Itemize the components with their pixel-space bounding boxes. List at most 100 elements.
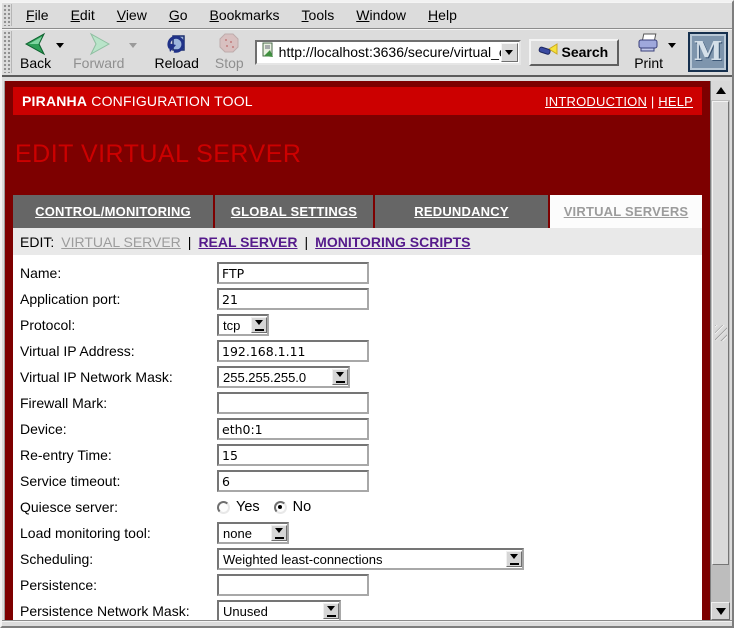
navigation-toolbar: Back Forward Reload xyxy=(2,29,732,77)
tab-global-settings[interactable]: GLOBAL SETTINGS xyxy=(215,195,373,228)
text-input-virtual-ip-address-[interactable] xyxy=(217,340,369,362)
search-label: Search xyxy=(562,44,609,60)
scroll-down-arrow-icon[interactable] xyxy=(711,602,730,620)
menu-item-edit[interactable]: Edit xyxy=(60,3,106,27)
back-label: Back xyxy=(20,56,51,71)
piranha-header-bar: PIRANHA CONFIGURATION TOOL INTRODUCTION … xyxy=(13,87,702,115)
field-label: Virtual IP Address: xyxy=(20,343,217,359)
menu-item-help[interactable]: Help xyxy=(417,3,468,27)
back-dropdown-caret[interactable] xyxy=(56,43,64,52)
select-value: tcp xyxy=(223,318,240,333)
toolbar-grippy[interactable] xyxy=(3,4,12,26)
page-favicon-icon xyxy=(260,42,275,63)
radio-no[interactable] xyxy=(274,501,287,514)
print-label: Print xyxy=(634,56,663,71)
subnav-separator: | xyxy=(305,234,309,250)
reload-button[interactable]: Reload xyxy=(149,31,203,72)
field-label: Protocol: xyxy=(20,317,217,333)
mozilla-logo-throbber[interactable]: M xyxy=(688,32,728,72)
tab-control-monitoring[interactable]: CONTROL/MONITORING xyxy=(13,195,213,228)
browser-viewport: PIRANHA CONFIGURATION TOOL INTRODUCTION … xyxy=(4,81,730,620)
select-dropdown-arrow-icon[interactable] xyxy=(332,369,348,385)
select-value: Weighted least-connections xyxy=(223,552,382,567)
subnav-prefix: EDIT: xyxy=(20,234,54,250)
text-input-application-port-[interactable] xyxy=(217,288,369,310)
menu-item-tools[interactable]: Tools xyxy=(291,3,346,27)
piranha-page: PIRANHA CONFIGURATION TOOL INTRODUCTION … xyxy=(4,81,710,620)
text-input-service-timeout-[interactable] xyxy=(217,470,369,492)
select-virtual-ip-network-mask-[interactable]: 255.255.255.0 xyxy=(217,366,350,388)
text-input-name-[interactable] xyxy=(217,262,369,284)
page-title: EDIT VIRTUAL SERVER xyxy=(15,140,702,169)
stop-label: Stop xyxy=(215,56,244,71)
back-arrow-icon xyxy=(23,32,49,56)
text-input-firewall-mark-[interactable] xyxy=(217,392,369,414)
forward-button[interactable]: Forward xyxy=(68,31,129,72)
select-persistence-network-mask-[interactable]: Unused xyxy=(217,600,341,620)
scroll-up-arrow-icon[interactable] xyxy=(711,81,730,100)
radio-label: Yes xyxy=(236,499,260,515)
select-scheduling-[interactable]: Weighted least-connections xyxy=(217,548,524,570)
radio-yes[interactable] xyxy=(217,501,230,514)
search-button[interactable]: Search xyxy=(529,39,620,66)
subnav-separator: | xyxy=(188,234,192,250)
subnav-link-real-server[interactable]: REAL SERVER xyxy=(198,234,297,250)
forward-arrow-icon xyxy=(86,32,112,56)
form-row: Virtual IP Address: xyxy=(20,340,702,362)
window-bottom-edge xyxy=(2,620,732,626)
text-input-persistence-[interactable] xyxy=(217,574,369,596)
introduction-link[interactable]: INTRODUCTION xyxy=(545,94,647,109)
select-protocol-[interactable]: tcp xyxy=(217,314,269,336)
field-label: Application port: xyxy=(20,291,217,307)
subnav-link-monitoring-scripts[interactable]: MONITORING SCRIPTS xyxy=(315,234,470,250)
radio-label: No xyxy=(293,499,312,515)
forward-dropdown-caret[interactable] xyxy=(129,43,137,52)
field-label: Quiesce server: xyxy=(20,499,217,515)
select-dropdown-arrow-icon[interactable] xyxy=(251,317,267,333)
stop-button[interactable]: Stop xyxy=(210,31,249,72)
select-value: Unused xyxy=(223,604,268,619)
url-input[interactable] xyxy=(279,44,501,60)
help-link[interactable]: HELP xyxy=(658,94,693,109)
field-label: Firewall Mark: xyxy=(20,395,217,411)
menu-item-go[interactable]: Go xyxy=(158,3,199,27)
flashlight-icon xyxy=(536,43,558,62)
brand-bold: PIRANHA xyxy=(22,93,87,109)
radio-group-quiesce-server-: Yes No xyxy=(217,499,319,515)
brand-rest: CONFIGURATION TOOL xyxy=(87,93,253,109)
menu-bar: FileEditViewGoBookmarksToolsWindowHelp xyxy=(2,2,732,29)
header-link-divider: | xyxy=(651,94,655,109)
back-button[interactable]: Back xyxy=(15,31,56,72)
form-row: Load monitoring tool:none xyxy=(20,522,702,544)
form-row: Protocol: tcp xyxy=(20,314,702,336)
select-dropdown-arrow-icon[interactable] xyxy=(506,551,522,567)
select-load-monitoring-tool-[interactable]: none xyxy=(217,522,289,544)
field-label: Persistence: xyxy=(20,577,217,593)
scrollbar-thumb[interactable] xyxy=(712,101,729,565)
form-row: Service timeout: xyxy=(20,470,702,492)
field-label: Virtual IP Network Mask: xyxy=(20,369,217,385)
field-label: Name: xyxy=(20,265,217,281)
form-row: Re-entry Time: xyxy=(20,444,702,466)
url-history-dropdown[interactable] xyxy=(501,43,518,62)
select-dropdown-arrow-icon[interactable] xyxy=(271,525,287,541)
menu-item-view[interactable]: View xyxy=(106,3,158,27)
text-input-re-entry-time-[interactable] xyxy=(217,444,369,466)
form-row: Scheduling:Weighted least-connections xyxy=(20,548,702,570)
menu-item-file[interactable]: File xyxy=(15,3,60,27)
reload-label: Reload xyxy=(154,56,198,71)
print-button[interactable]: Print xyxy=(629,31,668,72)
menu-item-window[interactable]: Window xyxy=(345,3,417,27)
vertical-scrollbar[interactable] xyxy=(710,81,730,620)
select-dropdown-arrow-icon[interactable] xyxy=(323,603,339,619)
piranha-brand: PIRANHA CONFIGURATION TOOL xyxy=(22,93,253,109)
field-label: Persistence Network Mask: xyxy=(20,603,217,619)
virtual-server-form: Name: Application port: Protocol: tcp Virtua… xyxy=(13,255,702,620)
toolbar-grippy[interactable] xyxy=(3,31,12,73)
print-dropdown-caret[interactable] xyxy=(668,43,676,52)
field-label: Re-entry Time: xyxy=(20,447,217,463)
tab-virtual-servers[interactable]: VIRTUAL SERVERS xyxy=(550,195,702,228)
menu-item-bookmarks[interactable]: Bookmarks xyxy=(199,3,291,27)
text-input-device-[interactable] xyxy=(217,418,369,440)
tab-redundancy[interactable]: REDUNDANCY xyxy=(375,195,548,228)
